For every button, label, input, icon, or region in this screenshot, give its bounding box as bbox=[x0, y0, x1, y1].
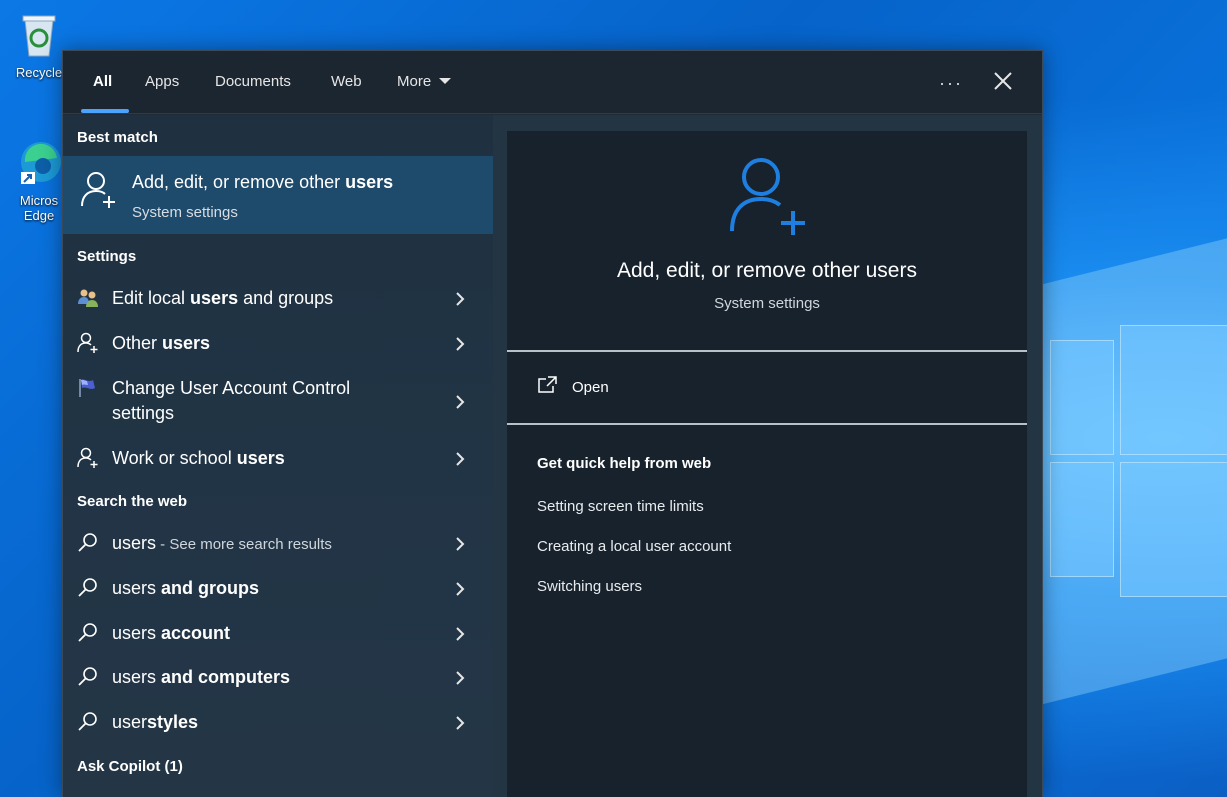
settings-header: Settings bbox=[77, 248, 137, 265]
divider bbox=[507, 350, 1027, 352]
open-external-icon bbox=[538, 376, 557, 393]
label-part: users bbox=[112, 578, 157, 598]
preview-title: Add, edit, or remove other users bbox=[617, 259, 917, 282]
windows-logo-wallpaper bbox=[1040, 235, 1227, 705]
help-link[interactable]: Switching users bbox=[537, 578, 642, 595]
tab-web[interactable]: Web bbox=[331, 73, 362, 90]
settings-item-uac[interactable]: Change User Account Control settings bbox=[63, 367, 493, 437]
search-icon bbox=[78, 623, 97, 642]
label-bold: styles bbox=[147, 712, 199, 732]
label-part: users bbox=[112, 667, 157, 687]
web-result-label: userstyles bbox=[112, 710, 198, 735]
open-action[interactable]: Open bbox=[537, 376, 737, 402]
users-group-icon bbox=[78, 289, 98, 307]
settings-item-edit-local-users[interactable]: Edit local users and groups bbox=[63, 277, 493, 321]
label-bold: and groups bbox=[156, 578, 260, 598]
label-sub: - See more search results bbox=[156, 536, 332, 553]
search-icon bbox=[78, 712, 97, 731]
tab-more-label: More bbox=[397, 73, 432, 90]
label-part: Change User Account Control bbox=[112, 378, 351, 398]
label-part: settings bbox=[112, 403, 175, 423]
settings-item-label: Other users bbox=[112, 331, 210, 356]
best-match-item[interactable]: Add, edit, or remove other users System … bbox=[63, 156, 493, 234]
chevron-right-icon bbox=[456, 627, 465, 641]
best-match-title-prefix: Add, edit, or remove other bbox=[132, 172, 346, 192]
add-user-icon bbox=[81, 172, 115, 208]
chevron-right-icon bbox=[456, 716, 465, 730]
settings-item-label: Change User Account Control settings bbox=[112, 376, 350, 426]
chevron-down-icon bbox=[439, 78, 452, 84]
search-icon bbox=[78, 533, 97, 552]
tab-more[interactable]: More bbox=[397, 73, 452, 90]
settings-item-label: Edit local users and groups bbox=[112, 286, 333, 311]
settings-item-other-users[interactable]: Other users bbox=[63, 322, 493, 366]
preview-subtitle: System settings bbox=[714, 295, 820, 312]
chevron-right-icon bbox=[456, 395, 465, 409]
label-part: Work or school bbox=[112, 448, 237, 468]
add-user-icon bbox=[730, 158, 805, 235]
best-match-header: Best match bbox=[77, 129, 158, 146]
best-match-title-bold: users bbox=[345, 172, 394, 192]
preview-card: Add, edit, or remove other users System … bbox=[507, 131, 1027, 797]
tab-documents[interactable]: Documents bbox=[215, 73, 291, 90]
tab-all[interactable]: All bbox=[93, 73, 112, 90]
help-link[interactable]: Creating a local user account bbox=[537, 538, 731, 555]
edge-icon bbox=[21, 142, 61, 184]
label-part: and groups bbox=[238, 288, 334, 308]
search-tabs: All Apps Documents Web More ··· bbox=[63, 51, 1042, 114]
close-icon[interactable] bbox=[991, 69, 1015, 93]
uac-flag-icon bbox=[79, 379, 95, 397]
label-part: user bbox=[112, 712, 148, 732]
settings-item-label: Work or school users bbox=[112, 446, 285, 471]
search-icon bbox=[78, 667, 97, 686]
chevron-right-icon bbox=[456, 537, 465, 551]
label-part: Other bbox=[112, 333, 163, 353]
web-result-label: users - See more search results bbox=[112, 531, 332, 557]
label-part: users bbox=[112, 623, 157, 643]
add-user-icon bbox=[77, 332, 98, 353]
label-part: Edit local bbox=[112, 288, 191, 308]
web-result-userstyles[interactable]: userstyles bbox=[63, 701, 493, 745]
label-bold: and computers bbox=[156, 667, 291, 687]
more-dots-icon[interactable]: ··· bbox=[939, 73, 963, 94]
best-match-subtitle: System settings bbox=[132, 204, 238, 221]
search-web-header: Search the web bbox=[77, 493, 188, 510]
results-list: Best match Add, edit, or remove other us… bbox=[63, 115, 493, 797]
chevron-right-icon bbox=[456, 671, 465, 685]
help-link[interactable]: Setting screen time limits bbox=[537, 498, 704, 515]
web-result-label: users account bbox=[112, 621, 230, 646]
web-result-users-and-computers[interactable]: users and computers bbox=[63, 656, 493, 700]
chevron-right-icon bbox=[456, 452, 465, 466]
preview-pane: Add, edit, or remove other users System … bbox=[493, 115, 1042, 797]
label-part: users bbox=[112, 533, 157, 553]
tab-apps[interactable]: Apps bbox=[145, 73, 179, 90]
active-tab-indicator bbox=[81, 109, 129, 113]
settings-item-work-school-users[interactable]: Work or school users bbox=[63, 437, 493, 481]
label-bold: users bbox=[190, 288, 239, 308]
label-bold: users bbox=[236, 448, 285, 468]
chevron-right-icon bbox=[456, 582, 465, 596]
chevron-right-icon bbox=[456, 292, 465, 306]
best-match-title: Add, edit, or remove other users bbox=[132, 172, 393, 193]
label-bold: users bbox=[162, 333, 211, 353]
web-result-users[interactable]: users - See more search results bbox=[63, 522, 493, 566]
add-user-icon bbox=[77, 447, 98, 468]
quick-help-header: Get quick help from web bbox=[537, 455, 712, 472]
open-label: Open bbox=[572, 379, 609, 396]
chevron-right-icon bbox=[456, 337, 465, 351]
label-bold: account bbox=[156, 623, 231, 643]
search-icon bbox=[78, 578, 97, 597]
recycle-bin-icon bbox=[22, 15, 56, 57]
divider bbox=[507, 423, 1027, 425]
web-result-label: users and computers bbox=[112, 665, 290, 690]
web-result-users-account[interactable]: users account bbox=[63, 612, 493, 656]
web-result-users-and-groups[interactable]: users and groups bbox=[63, 567, 493, 611]
ask-copilot-header[interactable]: Ask Copilot (1) bbox=[77, 758, 183, 775]
web-result-label: users and groups bbox=[112, 576, 259, 601]
search-panel: All Apps Documents Web More ··· Best mat… bbox=[62, 50, 1043, 797]
